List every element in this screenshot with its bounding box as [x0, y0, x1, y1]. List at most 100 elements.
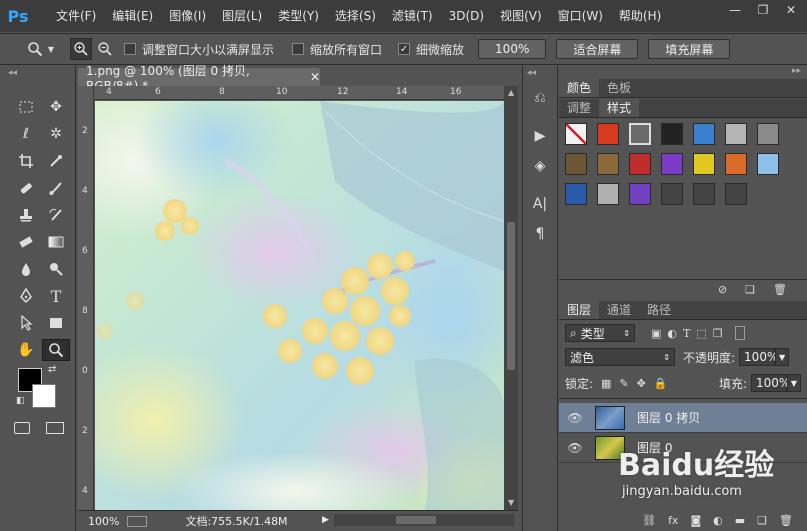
paragraph-panel-icon[interactable]: ¶: [526, 222, 554, 246]
filter-smart-object-icon[interactable]: ❐: [713, 327, 723, 340]
lock-all-icon[interactable]: 🔒: [654, 377, 668, 390]
style-swatch[interactable]: [693, 123, 715, 145]
style-swatch[interactable]: [725, 123, 747, 145]
opacity-input[interactable]: 100%: [739, 348, 778, 366]
filter-pixel-icon[interactable]: ▣: [651, 327, 661, 340]
style-swatch[interactable]: [565, 183, 587, 205]
filter-shape-icon[interactable]: ⬚: [696, 327, 706, 340]
new-layer-icon[interactable]: ❏: [757, 514, 767, 527]
close-button[interactable]: ✕: [777, 0, 805, 20]
gradient-tool-icon[interactable]: [42, 231, 70, 253]
actual-pixels-button[interactable]: 100%: [478, 39, 547, 59]
eyedropper-tool-icon[interactable]: [42, 150, 70, 172]
type-tool-icon[interactable]: T: [42, 285, 70, 307]
fill-dropdown-icon[interactable]: ▼: [787, 374, 801, 392]
menu-help[interactable]: 帮助(H): [611, 0, 669, 32]
tab-adjustments[interactable]: 调整: [559, 99, 599, 117]
tab-channels[interactable]: 通道: [599, 301, 639, 319]
rectangle-tool-icon[interactable]: [42, 312, 70, 334]
tab-color[interactable]: 颜色: [559, 79, 600, 97]
blend-mode-select[interactable]: 滤色 ⇕: [565, 348, 675, 366]
style-swatch[interactable]: [693, 153, 715, 175]
resize-windows-checkbox[interactable]: 调整窗口大小以满屏显示: [124, 41, 274, 58]
checkbox-box[interactable]: [124, 43, 136, 55]
tab-swatches[interactable]: 色板: [599, 79, 639, 97]
path-selection-tool-icon[interactable]: [12, 312, 40, 334]
collapse-arrows-icon[interactable]: ◂◂: [8, 68, 17, 78]
screen-mode-icon[interactable]: [46, 422, 64, 434]
menu-view[interactable]: 视图(V): [492, 0, 550, 32]
checkbox-box-checked[interactable]: ✓: [398, 43, 411, 55]
visibility-eye-icon[interactable]: 👁: [565, 441, 585, 455]
fill-screen-button[interactable]: 填充屏幕: [648, 39, 731, 59]
scrubby-zoom-checkbox[interactable]: ✓ 细微缩放: [398, 41, 464, 58]
fit-screen-button[interactable]: 适合屏幕: [556, 39, 639, 59]
zoom-level[interactable]: 100%: [88, 515, 119, 528]
zoom-out-icon[interactable]: [94, 38, 116, 60]
menu-select[interactable]: 选择(S): [327, 0, 384, 32]
fill-input[interactable]: 100%: [751, 374, 790, 392]
marquee-tool-icon[interactable]: [12, 96, 40, 118]
filter-type-icon[interactable]: T: [683, 327, 690, 340]
menu-image[interactable]: 图像(I): [161, 0, 214, 32]
clone-stamp-tool-icon[interactable]: [12, 204, 40, 226]
style-swatch[interactable]: [629, 183, 651, 205]
blur-tool-icon[interactable]: [12, 258, 40, 280]
clear-style-icon[interactable]: ⊘: [718, 283, 727, 296]
style-swatch[interactable]: [597, 123, 619, 145]
menu-file[interactable]: 文件(F): [48, 0, 104, 32]
tab-layers[interactable]: 图层: [559, 301, 600, 319]
chevron-down-icon[interactable]: ▼: [46, 38, 56, 60]
menu-edit[interactable]: 编辑(E): [104, 0, 161, 32]
style-swatch[interactable]: [693, 183, 715, 205]
style-swatch[interactable]: [661, 153, 683, 175]
link-layers-icon[interactable]: ⛓: [642, 514, 656, 527]
filter-toggle[interactable]: [734, 326, 745, 340]
horizontal-scrollbar[interactable]: [334, 514, 514, 526]
history-brush-tool-icon[interactable]: [42, 204, 70, 226]
move-tool-icon[interactable]: ✥: [42, 96, 70, 118]
lasso-tool-icon[interactable]: ℓ: [12, 123, 40, 145]
style-swatch[interactable]: [757, 153, 779, 175]
adjustment-layer-icon[interactable]: ◐: [713, 514, 723, 527]
crop-tool-icon[interactable]: [12, 150, 40, 172]
menu-layer[interactable]: 图层(L): [214, 0, 270, 32]
menu-type[interactable]: 类型(Y): [270, 0, 327, 32]
new-group-icon[interactable]: ▬: [735, 514, 745, 527]
tab-styles[interactable]: 样式: [599, 99, 640, 117]
vertical-scrollbar[interactable]: ▲ ▼: [504, 86, 518, 510]
zoom-tool-icon[interactable]: [42, 339, 70, 361]
add-mask-icon[interactable]: ◙: [690, 514, 701, 527]
style-swatch[interactable]: [597, 153, 619, 175]
menu-window[interactable]: 窗口(W): [550, 0, 611, 32]
filter-adjustment-icon[interactable]: ◐: [667, 327, 677, 340]
document-tab[interactable]: 1.png @ 100% (图层 0 拷贝, RGB/8#) * ✕: [78, 64, 320, 93]
style-swatch[interactable]: [757, 123, 779, 145]
history-panel-icon[interactable]: ⎌: [526, 86, 554, 110]
restore-button[interactable]: ❐: [749, 0, 777, 20]
eraser-tool-icon[interactable]: [12, 231, 40, 253]
lock-image-icon[interactable]: ✎: [619, 377, 628, 390]
delete-layer-icon[interactable]: 🗑: [779, 514, 793, 527]
delete-style-icon[interactable]: 🗑: [773, 283, 787, 296]
opacity-dropdown-icon[interactable]: ▼: [775, 348, 790, 366]
style-swatch[interactable]: [661, 183, 683, 205]
layer-row[interactable]: 👁 图层 0 拷贝: [559, 403, 807, 433]
style-swatch[interactable]: [629, 153, 651, 175]
background-color-swatch[interactable]: [32, 384, 56, 408]
layer-filter-select[interactable]: ⌕ 类型 ⇕: [565, 324, 635, 342]
zoom-in-icon[interactable]: [70, 38, 92, 60]
style-swatch[interactable]: [565, 153, 587, 175]
document-canvas[interactable]: [95, 101, 504, 510]
tab-paths[interactable]: 路径: [639, 301, 679, 319]
pen-tool-icon[interactable]: [12, 285, 40, 307]
style-swatch[interactable]: [661, 123, 683, 145]
style-swatch[interactable]: [725, 183, 747, 205]
minimize-button[interactable]: —: [721, 0, 749, 20]
actions-panel-icon[interactable]: ▶: [526, 124, 554, 148]
checkbox-box[interactable]: [292, 43, 305, 55]
style-swatch[interactable]: [629, 123, 651, 145]
magic-wand-tool-icon[interactable]: ✲: [42, 123, 70, 145]
3d-panel-icon[interactable]: ◈: [526, 154, 554, 178]
zoom-all-windows-checkbox[interactable]: 缩放所有窗口: [292, 41, 382, 58]
